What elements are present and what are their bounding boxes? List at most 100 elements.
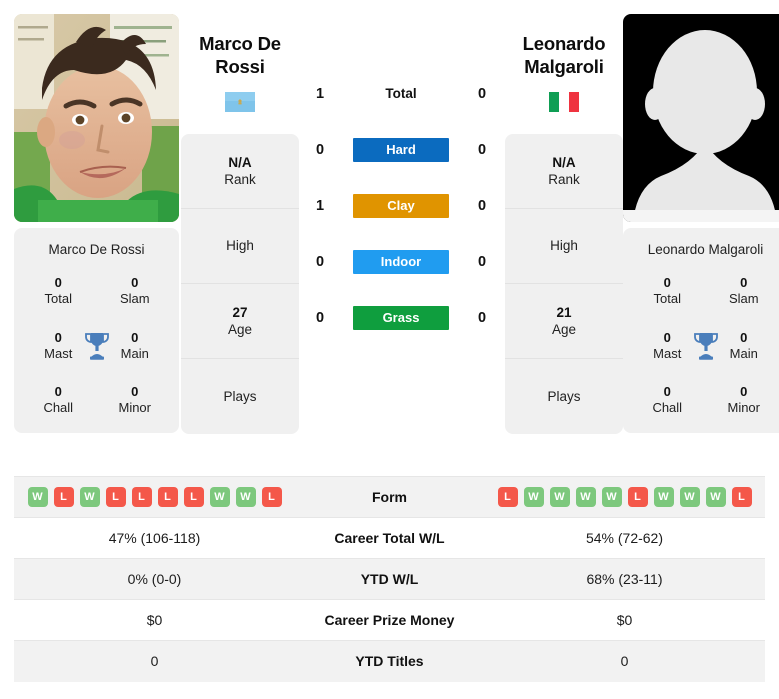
comparison-header: Marco De Rossi 0 Total 0 Slam 0 Mast 0 M…	[0, 0, 779, 470]
right-form-badge[interactable]: L	[627, 487, 648, 507]
left-career_prize_money: $0	[146, 612, 163, 628]
left-titles-total: 0 Total	[20, 275, 97, 308]
right-player-name-line1: Leonardo	[522, 33, 606, 54]
left-career_total_wl: 47% (106-118)	[108, 530, 201, 546]
h2h-surface-chip-clay[interactable]: Clay	[353, 194, 449, 218]
h2h-surface-chip-indoor[interactable]: Indoor	[353, 250, 449, 274]
left-form-badges: WLWLLLLWWL	[14, 487, 295, 507]
right-form-badge[interactable]: W	[601, 487, 622, 507]
head-to-head-surfaces: 1 Total 0 0 Hard 0 1 Clay 0 0 Indoor 0 0 Grass 0	[299, 14, 503, 346]
right-high-label: High	[550, 238, 578, 254]
left-rank-label: Rank	[224, 172, 256, 188]
h2h-surface-chip-total: Total	[385, 86, 417, 101]
left-titles-slam-value: 0	[131, 275, 139, 290]
left-player-info-column: Marco De Rossi N/A Rank High 27 Age Play…	[181, 14, 299, 435]
h2h-left-score-indoor: 0	[315, 254, 325, 270]
player-photo-image	[14, 14, 179, 222]
left-form-badge[interactable]: W	[79, 487, 100, 507]
right-titles-minor-value: 0	[740, 384, 748, 399]
left-form-badge[interactable]: W	[235, 487, 256, 507]
h2h-row-grass: 0 Grass 0	[299, 290, 503, 346]
comparison-stats-table: W L W L L L L W W L Form L W W W W L W W W L 47% (106-118) Car…	[14, 476, 765, 682]
left-high-cell: High	[181, 209, 299, 285]
row-label-ytd-titles: YTD Titles	[355, 653, 424, 670]
left-ytd_titles: 0	[150, 653, 159, 670]
left-titles-chall-value: 0	[54, 384, 62, 399]
player-comparison-page: Marco De Rossi 0 Total 0 Slam 0 Mast 0 M…	[0, 0, 779, 699]
left-player-name: Marco De Rossi	[181, 14, 299, 78]
right-ytd_wl: 68% (23-11)	[586, 571, 663, 587]
left-titles-minor-label: Minor	[118, 400, 151, 416]
right-titles-minor: 0 Minor	[706, 384, 779, 417]
right-rank-value: N/A	[552, 154, 576, 170]
right-form-badge[interactable]: W	[575, 487, 596, 507]
h2h-right-score-indoor: 0	[477, 254, 487, 270]
h2h-surface-chip-hard[interactable]: Hard	[353, 138, 449, 162]
h2h-right-score-total: 0	[477, 86, 487, 102]
h2h-left-score-grass: 0	[315, 310, 325, 326]
right-titles-minor-label: Minor	[727, 400, 760, 416]
trophy-icon	[84, 331, 110, 361]
right-player-info-column: Leonardo Malgaroli N/A Rank High 21 Age …	[505, 14, 623, 435]
right-ytd_titles: 0	[620, 653, 629, 670]
left-form-badge[interactable]: L	[183, 487, 204, 507]
right-player-photo[interactable]	[623, 14, 779, 222]
table-row: W L W L L L L W W L Form L W W W W L W W W L	[14, 476, 765, 518]
h2h-row-indoor: 0 Indoor 0	[299, 234, 503, 290]
row-label-career-total-w-l: Career Total W/L	[334, 530, 445, 546]
right-career_total_wl: 54% (72-62)	[585, 530, 664, 546]
right-form-badge[interactable]: L	[497, 487, 518, 507]
left-plays-cell: Plays	[181, 359, 299, 434]
table-row: 0 YTD Titles 0	[14, 640, 765, 682]
table-row: 0% (0-0) YTD W/L 68% (23-11)	[14, 558, 765, 600]
row-label-form: Form	[372, 489, 407, 505]
h2h-left-score-clay: 1	[315, 198, 325, 214]
left-titles-total-label: Total	[44, 291, 72, 307]
right-rank-label: Rank	[548, 172, 580, 188]
row-label-ytd-w-l: YTD W/L	[360, 571, 419, 587]
left-titles-minor-value: 0	[131, 384, 139, 399]
left-form-badge[interactable]: L	[105, 487, 126, 507]
right-player-name-line2: Malgaroli	[524, 56, 604, 78]
right-career_prize_money: $0	[616, 612, 633, 628]
left-titles-total-value: 0	[54, 275, 62, 290]
right-titles-chall: 0 Chall	[629, 384, 706, 417]
right-age-cell: 21 Age	[505, 284, 623, 360]
right-player-column: Leonardo Malgaroli 0 Total 0 Slam 0 Mast	[623, 14, 779, 433]
right-player-rank-card: N/A Rank High 21 Age Plays	[505, 134, 623, 435]
left-player-titles-card: Marco De Rossi 0 Total 0 Slam 0 Mast 0 M…	[14, 228, 179, 433]
left-age-cell: 27 Age	[181, 284, 299, 360]
left-titles-grid: 0 Total 0 Slam 0 Mast 0 Main 0 Chall 0 M…	[20, 275, 173, 417]
left-age-label: Age	[227, 322, 253, 338]
left-player-photo[interactable]	[14, 14, 179, 222]
left-form-badge[interactable]: W	[27, 487, 48, 507]
right-form-badge[interactable]: W	[523, 487, 544, 507]
h2h-left-score-hard: 0	[315, 142, 325, 158]
right-high-cell: High	[505, 209, 623, 285]
left-player-column: Marco De Rossi 0 Total 0 Slam 0 Mast 0 M…	[14, 14, 179, 433]
right-form-badge[interactable]: W	[705, 487, 726, 507]
left-rank-value: N/A	[228, 154, 252, 170]
left-form-badge[interactable]: L	[261, 487, 282, 507]
h2h-surface-chip-grass[interactable]: Grass	[353, 306, 449, 330]
left-age-value: 27	[232, 304, 248, 320]
left-rank-cell: N/A Rank	[181, 134, 299, 210]
left-player-rank-card: N/A Rank High 27 Age Plays	[181, 134, 299, 435]
right-titles-slam: 0 Slam	[706, 275, 779, 308]
h2h-right-score-hard: 0	[477, 142, 487, 158]
left-ytd_wl: 0% (0-0)	[127, 571, 182, 587]
comparison-table-body: W L W L L L L W W L Form L W W W W L W W W L 47% (106-118) Car…	[14, 476, 765, 682]
right-form-badge[interactable]: W	[549, 487, 570, 507]
h2h-row-clay: 1 Clay 0	[299, 178, 503, 234]
left-form-badge[interactable]: L	[131, 487, 152, 507]
right-rank-cell: N/A Rank	[505, 134, 623, 210]
left-form-badge[interactable]: L	[157, 487, 178, 507]
left-form-badge[interactable]: W	[209, 487, 230, 507]
right-form-badge[interactable]: W	[653, 487, 674, 507]
right-form-badge[interactable]: W	[679, 487, 700, 507]
right-player-titles-card: Leonardo Malgaroli 0 Total 0 Slam 0 Mast	[623, 228, 779, 433]
left-form-cell: WLWLLLLWWL	[14, 477, 295, 518]
right-form-badge[interactable]: L	[731, 487, 752, 507]
left-form-badge[interactable]: L	[53, 487, 74, 507]
h2h-right-score-grass: 0	[477, 310, 487, 326]
